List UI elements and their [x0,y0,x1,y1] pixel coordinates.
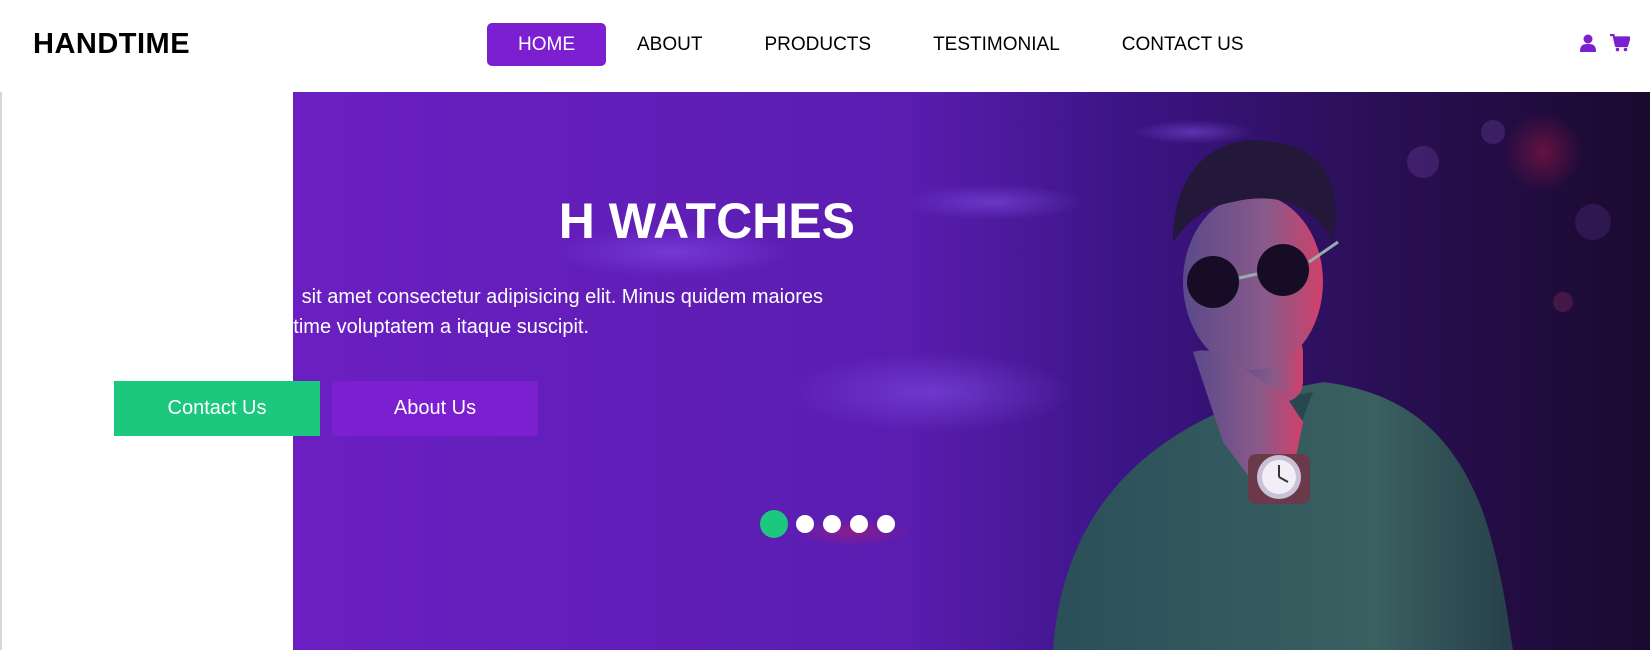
hero-title-container: H WATCHES [293,180,933,260]
carousel-indicators [760,510,895,538]
main-nav: HOME ABOUT PRODUCTS TESTIMONIAL CONTACT … [487,23,1275,66]
nav-contact-us[interactable]: CONTACT US [1091,23,1275,66]
hero-banner [293,92,1650,650]
carousel-dot-1[interactable] [760,510,788,538]
nav-about[interactable]: ABOUT [606,23,733,66]
hero-background-image [293,92,1650,650]
carousel-dot-5[interactable] [877,515,895,533]
cart-icon[interactable] [1610,34,1630,52]
user-icon[interactable] [1580,34,1596,52]
header-icons [1580,34,1630,52]
hero-text-line-1: sit amet consectetur adipisicing elit. M… [301,286,823,308]
about-us-button[interactable]: About Us [332,381,538,436]
page-left-border [0,0,2,650]
contact-us-button[interactable]: Contact Us [114,381,320,436]
nav-home[interactable]: HOME [487,23,606,66]
carousel-dot-3[interactable] [823,515,841,533]
nav-testimonial[interactable]: TESTIMONIAL [902,23,1091,66]
hero-description: sit amet consectetur adipisicing elit. M… [293,282,853,352]
site-header: HANDTIME HOME ABOUT PRODUCTS TESTIMONIAL… [0,0,1650,92]
brand-logo[interactable]: HANDTIME [33,28,190,61]
nav-products[interactable]: PRODUCTS [733,23,902,66]
hero-text-line-2: time voluptatem a itaque suscipit. [293,316,589,338]
carousel-dot-4[interactable] [850,515,868,533]
carousel-dot-2[interactable] [796,515,814,533]
hero-title: H WATCHES [558,193,855,249]
